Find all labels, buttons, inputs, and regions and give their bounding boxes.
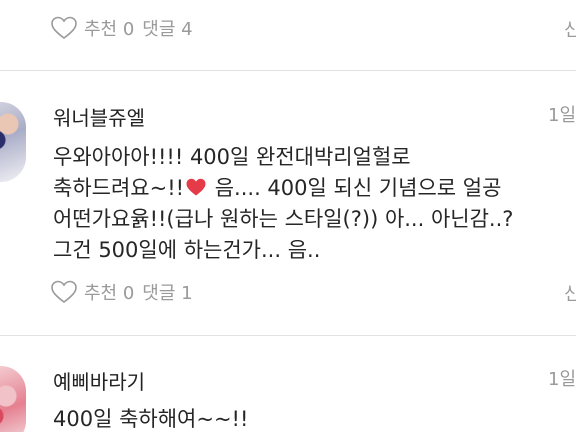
comment-text-fragment: 음.... 400일 되신 기념으로 얼공 [208, 176, 502, 200]
recommend-count[interactable]: 추천 0 [84, 15, 134, 41]
report-link[interactable]: 신 [564, 16, 576, 42]
divider [0, 335, 576, 336]
comment-date: 1일 [548, 105, 576, 126]
comment-username[interactable]: 예삐바라기 [53, 366, 145, 395]
comment-actions: 추천 0 댓글 1 [50, 277, 193, 307]
comment-list: 추천 0 댓글 4 신 워너블쥬엘 1일 우와아아아!!!! 400일 완전대박… [0, 0, 576, 432]
recommend-count[interactable]: 추천 0 [84, 279, 134, 305]
report-link[interactable]: 신 [564, 280, 576, 306]
avatar[interactable] [0, 366, 26, 432]
reply-count[interactable]: 댓글 1 [142, 279, 192, 305]
comment-text: 400일 축하해여~~!! [53, 404, 573, 432]
comment-username[interactable]: 워너블쥬엘 [53, 102, 145, 131]
comment-text-line: 축하드려요~!! 음.... 400일 되신 기념으로 얼공 [53, 173, 573, 204]
comment-text-fragment: 축하드려요~!! [53, 176, 185, 200]
comment-text-line: 그건 500일에 하는건가... 음.. [53, 238, 321, 262]
red-heart-emoji-icon [185, 175, 207, 196]
divider [0, 70, 576, 71]
comment-text-line: 우와아아아!!!! 400일 완전대박리얼헐로 [53, 145, 411, 169]
comment-text: 우와아아아!!!! 400일 완전대박리얼헐로 축하드려요~!! 음.... 4… [53, 142, 573, 266]
comment-date: 1일 [548, 369, 576, 390]
heart-outline-icon[interactable] [50, 15, 78, 41]
comment-actions: 추천 0 댓글 4 [50, 13, 193, 43]
reply-count[interactable]: 댓글 4 [142, 15, 192, 41]
comment-text-line: 어떤가요윩!!(급나 원하는 스타일(?)) 아... 아닌감..? [53, 207, 514, 231]
comment-text-line: 400일 축하해여~~!! [53, 407, 249, 431]
heart-outline-icon[interactable] [50, 279, 78, 305]
avatar[interactable] [0, 102, 26, 182]
